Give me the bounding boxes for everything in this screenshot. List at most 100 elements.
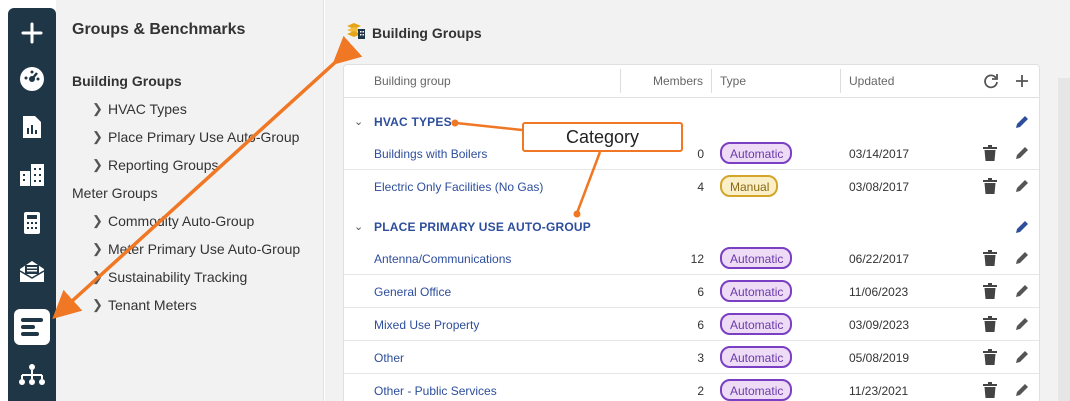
add-group-button[interactable] xyxy=(1012,71,1032,91)
rail-dashboard[interactable] xyxy=(8,56,56,102)
pencil-icon xyxy=(1016,221,1028,233)
chevron-down-icon[interactable]: ⌄ xyxy=(354,220,363,233)
trash-icon xyxy=(983,283,997,299)
groups-icon xyxy=(21,318,43,336)
type-badge-automatic: Automatic xyxy=(720,142,792,164)
delete-button[interactable] xyxy=(980,176,1000,196)
chevron-right-icon: ❯ xyxy=(92,269,103,284)
col-header-type[interactable]: Type xyxy=(720,65,746,97)
page-title-text: Building Groups xyxy=(372,24,482,41)
nav-building-groups[interactable]: Building Groups xyxy=(72,73,182,89)
type-badge-automatic: Automatic xyxy=(720,247,792,269)
members-count: 6 xyxy=(697,318,704,332)
members-count: 4 xyxy=(697,180,704,194)
rail-add[interactable] xyxy=(8,10,56,56)
members-count: 2 xyxy=(697,384,704,398)
group-link[interactable]: Other xyxy=(374,351,404,365)
col-header-building-group[interactable]: Building group xyxy=(374,65,451,97)
updated-date: 11/23/2021 xyxy=(849,384,909,398)
members-count: 3 xyxy=(697,351,704,365)
nav-item-label: HVAC Types xyxy=(108,101,187,117)
group-link[interactable]: Antenna/Communications xyxy=(374,252,511,266)
nav-item-place-primary-use[interactable]: ❯ Place Primary Use Auto-Group xyxy=(92,129,299,145)
nav-item-reporting-groups[interactable]: ❯ Reporting Groups xyxy=(92,157,219,173)
plus-icon xyxy=(21,22,43,44)
edit-button[interactable] xyxy=(1012,176,1032,196)
nav-item-meter-primary-use[interactable]: ❯ Meter Primary Use Auto-Group xyxy=(92,241,300,257)
trash-icon xyxy=(983,349,997,365)
edit-category-button[interactable] xyxy=(1012,217,1032,237)
updated-date: 06/22/2017 xyxy=(849,252,910,266)
members-count: 6 xyxy=(697,285,704,299)
rail-mail[interactable] xyxy=(8,248,56,294)
group-link[interactable]: Electric Only Facilities (No Gas) xyxy=(374,180,543,194)
group-link[interactable]: Other - Public Services xyxy=(374,384,497,398)
rail-reports[interactable] xyxy=(8,104,56,150)
delete-button[interactable] xyxy=(980,143,1000,163)
delete-button[interactable] xyxy=(980,380,1000,400)
rail-hierarchy[interactable] xyxy=(8,352,56,398)
pencil-icon xyxy=(1016,384,1028,396)
members-count: 12 xyxy=(690,252,704,266)
type-badge-automatic: Automatic xyxy=(720,313,792,335)
updated-date: 05/08/2019 xyxy=(849,351,910,365)
delete-button[interactable] xyxy=(980,281,1000,301)
edit-category-button[interactable] xyxy=(1012,112,1032,132)
chevron-down-icon[interactable]: ⌄ xyxy=(354,115,363,128)
trash-icon xyxy=(983,382,997,398)
nav-item-label: Commodity Auto-Group xyxy=(108,213,255,229)
trash-icon xyxy=(983,145,997,161)
header-divider xyxy=(344,97,1039,98)
nav-item-label: Meter Primary Use Auto-Group xyxy=(108,241,301,257)
pencil-icon xyxy=(1016,180,1028,192)
row-divider xyxy=(344,169,1039,170)
edit-button[interactable] xyxy=(1012,347,1032,367)
edit-button[interactable] xyxy=(1012,380,1032,400)
edit-button[interactable] xyxy=(1012,314,1032,334)
category-header-place-primary-use[interactable]: PLACE PRIMARY USE AUTO-GROUP xyxy=(374,220,591,234)
rail-groups-highlight xyxy=(14,309,50,345)
group-link[interactable]: Mixed Use Property xyxy=(374,318,479,332)
delete-button[interactable] xyxy=(980,347,1000,367)
type-badge-automatic: Automatic xyxy=(720,379,792,401)
nav-meter-groups[interactable]: Meter Groups xyxy=(72,185,158,201)
group-link[interactable]: Buildings with Boilers xyxy=(374,147,487,161)
nav-item-hvac-types[interactable]: ❯ HVAC Types xyxy=(92,101,187,117)
refresh-button[interactable] xyxy=(981,71,1001,91)
rail-buildings[interactable] xyxy=(8,152,56,198)
col-header-updated[interactable]: Updated xyxy=(849,65,894,97)
delete-button[interactable] xyxy=(980,314,1000,334)
pencil-icon xyxy=(1016,252,1028,264)
pencil-icon xyxy=(1016,147,1028,159)
category-callout: Category xyxy=(522,122,683,152)
chevron-right-icon: ❯ xyxy=(92,101,103,116)
group-link[interactable]: General Office xyxy=(374,285,451,299)
trash-icon xyxy=(983,250,997,266)
edit-button[interactable] xyxy=(1012,281,1032,301)
hierarchy-icon xyxy=(19,364,45,385)
nav-item-label: Place Primary Use Auto-Group xyxy=(108,129,300,145)
app-rail xyxy=(8,8,56,401)
report-chart-icon xyxy=(23,116,41,138)
chevron-right-icon: ❯ xyxy=(92,157,103,172)
nav-item-commodity[interactable]: ❯ Commodity Auto-Group xyxy=(92,213,254,229)
chevron-right-icon: ❯ xyxy=(92,213,103,228)
category-header-hvac-types[interactable]: HVAC TYPES xyxy=(374,115,452,129)
rail-calculator[interactable] xyxy=(8,200,56,246)
row-divider xyxy=(344,373,1039,374)
rail-groups[interactable] xyxy=(8,304,56,350)
groups-nav-panel: Groups & Benchmarks Building Groups ❯ HV… xyxy=(56,0,324,401)
trash-icon xyxy=(983,178,997,194)
nav-item-tenant-meters[interactable]: ❯ Tenant Meters xyxy=(92,297,197,313)
col-header-members[interactable]: Members xyxy=(653,65,703,97)
delete-button[interactable] xyxy=(980,248,1000,268)
chevron-right-icon: ❯ xyxy=(92,241,103,256)
updated-date: 11/06/2023 xyxy=(849,285,909,299)
edit-button[interactable] xyxy=(1012,143,1032,163)
type-badge-automatic: Automatic xyxy=(720,280,792,302)
vertical-scrollbar[interactable] xyxy=(1058,78,1070,401)
nav-item-sustainability[interactable]: ❯ Sustainability Tracking xyxy=(92,269,247,285)
updated-date: 03/09/2023 xyxy=(849,318,910,332)
edit-button[interactable] xyxy=(1012,248,1032,268)
building-groups-table: Building group Members Type Updated ⌄ HV… xyxy=(343,64,1040,401)
